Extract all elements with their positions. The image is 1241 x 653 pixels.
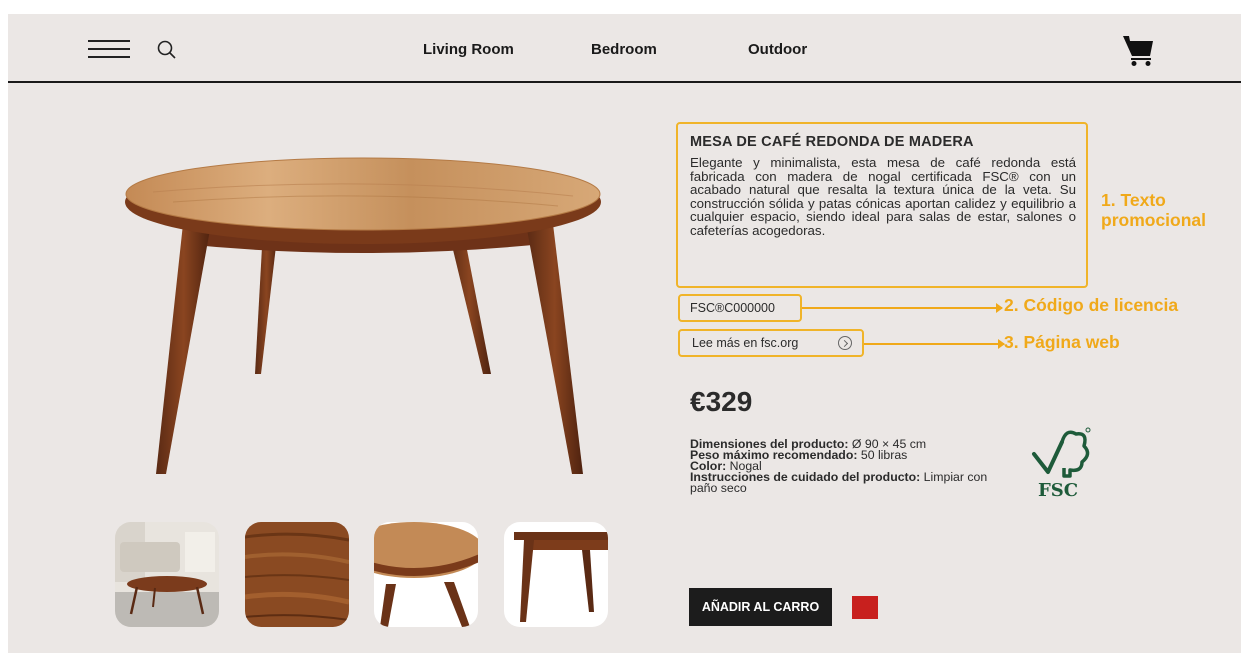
menu-icon[interactable]: [88, 40, 130, 60]
fsc-logo: FSC: [1026, 424, 1094, 504]
thumbnail-wood-texture[interactable]: [245, 522, 349, 627]
annotation-promo: 1. Texto promocional: [1101, 190, 1206, 230]
web-link[interactable]: Lee más en fsc.org: [678, 329, 864, 357]
product-title: MESA DE CAFÉ REDONDA DE MADERA: [690, 134, 974, 150]
annotation-promo-line2: promocional: [1101, 210, 1207, 230]
thumbnail-living-room[interactable]: [115, 522, 219, 627]
search-icon[interactable]: [156, 39, 178, 61]
add-to-cart-button[interactable]: AÑADIR AL CARRO: [689, 588, 832, 626]
nav-living-room[interactable]: Living Room: [423, 41, 514, 58]
header: Living Room Bedroom Outdoor: [8, 14, 1241, 83]
cart-icon[interactable]: [1120, 32, 1156, 68]
product-main-image: [113, 144, 613, 479]
thumbnail-leg-detail[interactable]: [504, 522, 608, 627]
promo-text-box: MESA DE CAFÉ REDONDA DE MADERA Elegante …: [676, 122, 1088, 288]
nav-bedroom[interactable]: Bedroom: [591, 41, 657, 58]
product-price: €329: [690, 386, 753, 417]
fsc-tree-icon: FSC: [1032, 427, 1091, 501]
nav-outdoor[interactable]: Outdoor: [748, 41, 807, 58]
page: Living Room Bedroom Outdoor MESA DE CAFÉ…: [8, 14, 1241, 653]
arrow-circle-icon: [838, 336, 852, 350]
thumbnail-top-detail[interactable]: [374, 522, 478, 627]
svg-text:FSC: FSC: [1038, 480, 1078, 501]
spec-care: Instrucciones de cuidado del producto: L…: [690, 470, 988, 495]
color-swatch-red[interactable]: [852, 596, 878, 619]
license-code: FSC®C000000: [678, 294, 802, 322]
annotation-promo-line1: 1. Texto: [1101, 190, 1166, 210]
web-link-label: Lee más en fsc.org: [692, 336, 799, 350]
annotation-arrow-license: [802, 303, 1003, 313]
product-description: Elegante y minimalista, esta mesa de caf…: [690, 155, 1076, 238]
header-divider: [8, 81, 1241, 83]
annotation-arrow-web: [864, 339, 1005, 349]
annotation-license: 2. Código de licencia: [1004, 295, 1179, 315]
product-specs: Dimensiones del producto: Ø 90 × 45 cm P…: [690, 438, 1010, 495]
annotation-web: 3. Página web: [1004, 332, 1120, 352]
